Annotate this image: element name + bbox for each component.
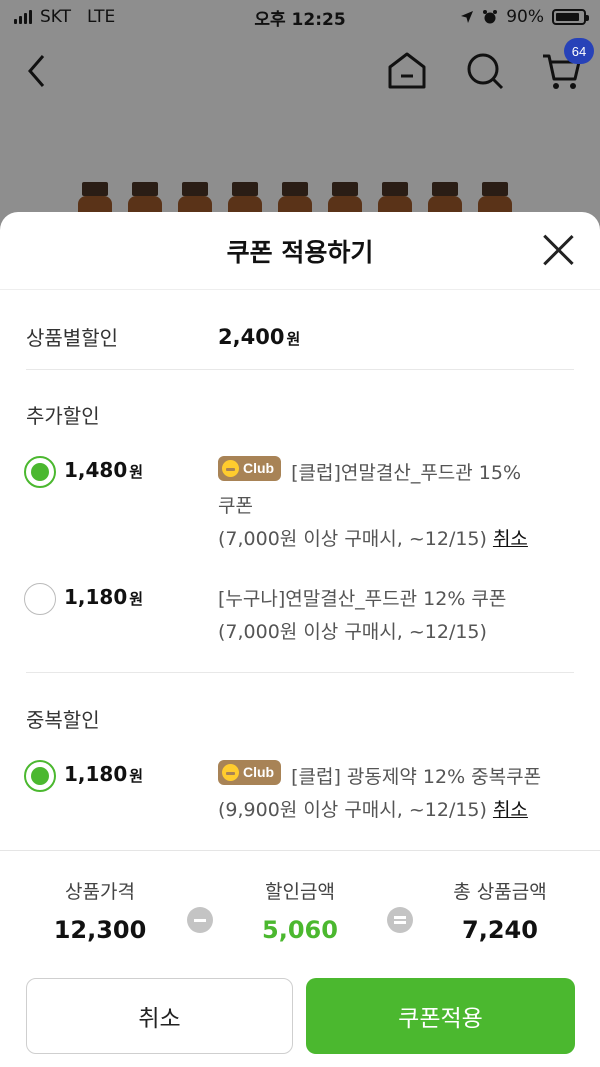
top-navigation: 64	[0, 34, 600, 114]
coupon-amount: 1,180 원	[64, 762, 144, 786]
radio-selected[interactable]	[24, 760, 56, 792]
product-discount-amount: 2,400 원	[218, 324, 301, 349]
coupon-cancel-link[interactable]: 취소	[493, 528, 528, 550]
coupon-amount: 1,480 원	[64, 458, 144, 482]
divider	[26, 672, 574, 673]
close-icon[interactable]	[542, 234, 574, 266]
club-badge: Club	[218, 760, 282, 785]
duplicate-discount-title: 중복할인	[26, 708, 100, 732]
alarm-icon	[483, 10, 498, 24]
price-summary: 상품가격 12,300 할인금액 5,060 총 상품금액 7,240	[0, 850, 600, 958]
home-icon[interactable]	[384, 48, 430, 94]
discount-value: 5,060	[262, 916, 338, 944]
product-price-column: 상품가격 12,300	[0, 877, 200, 944]
coupon-amount: 1,180 원	[64, 585, 144, 609]
location-arrow-icon	[461, 11, 474, 23]
coupon-description: [누구나]연말결산_푸드관 12% 쿠폰 (7,000원 이상 구매시, ~12…	[218, 588, 507, 643]
cancel-button[interactable]: 취소	[26, 978, 293, 1054]
coupon-cancel-link[interactable]: 취소	[493, 799, 528, 821]
status-bar: SKT LTE 오후 12:25 90%	[0, 0, 600, 34]
radio-selected[interactable]	[24, 456, 56, 488]
battery-percent: 90%	[506, 7, 544, 27]
cart-count-badge: 64	[564, 38, 594, 64]
coupon-description: Club [클럽]연말결산_푸드관 15% 쿠폰 (7,000원 이상 구매시, …	[218, 456, 568, 556]
club-coin-icon	[222, 764, 239, 781]
coupon-sheet: 쿠폰 적용하기 상품별할인 2,400 원 추가할인 1,480 원 Club [클럽…	[0, 212, 600, 1067]
additional-discount-title: 추가할인	[26, 404, 100, 428]
club-badge: Club	[218, 456, 282, 481]
battery-icon	[552, 9, 589, 25]
radio-unselected[interactable]	[24, 583, 56, 615]
sheet-header: 쿠폰 적용하기	[0, 212, 600, 290]
sheet-title: 쿠폰 적용하기	[226, 237, 374, 267]
cart-icon[interactable]: 64	[538, 38, 594, 94]
product-discount-label: 상품별할인	[26, 326, 118, 350]
club-coin-icon	[222, 460, 239, 477]
product-discount-row: 상품별할인 2,400 원	[26, 304, 574, 370]
product-price-value: 12,300	[53, 916, 147, 944]
total-value: 7,240	[462, 916, 538, 944]
coupon-description: Club [클럽] 광동제약 12% 중복쿠폰 (9,900원 이상 구매시, ~…	[218, 760, 568, 827]
signal-icon	[14, 10, 32, 24]
total-column: 총 상품금액 7,240	[400, 877, 600, 944]
network-label: LTE	[87, 7, 116, 27]
discount-column: 할인금액 5,060	[200, 877, 400, 944]
back-icon[interactable]	[14, 48, 60, 94]
carrier-label: SKT	[40, 7, 72, 27]
search-icon[interactable]	[462, 48, 508, 94]
apply-coupon-button[interactable]: 쿠폰적용	[306, 978, 575, 1054]
